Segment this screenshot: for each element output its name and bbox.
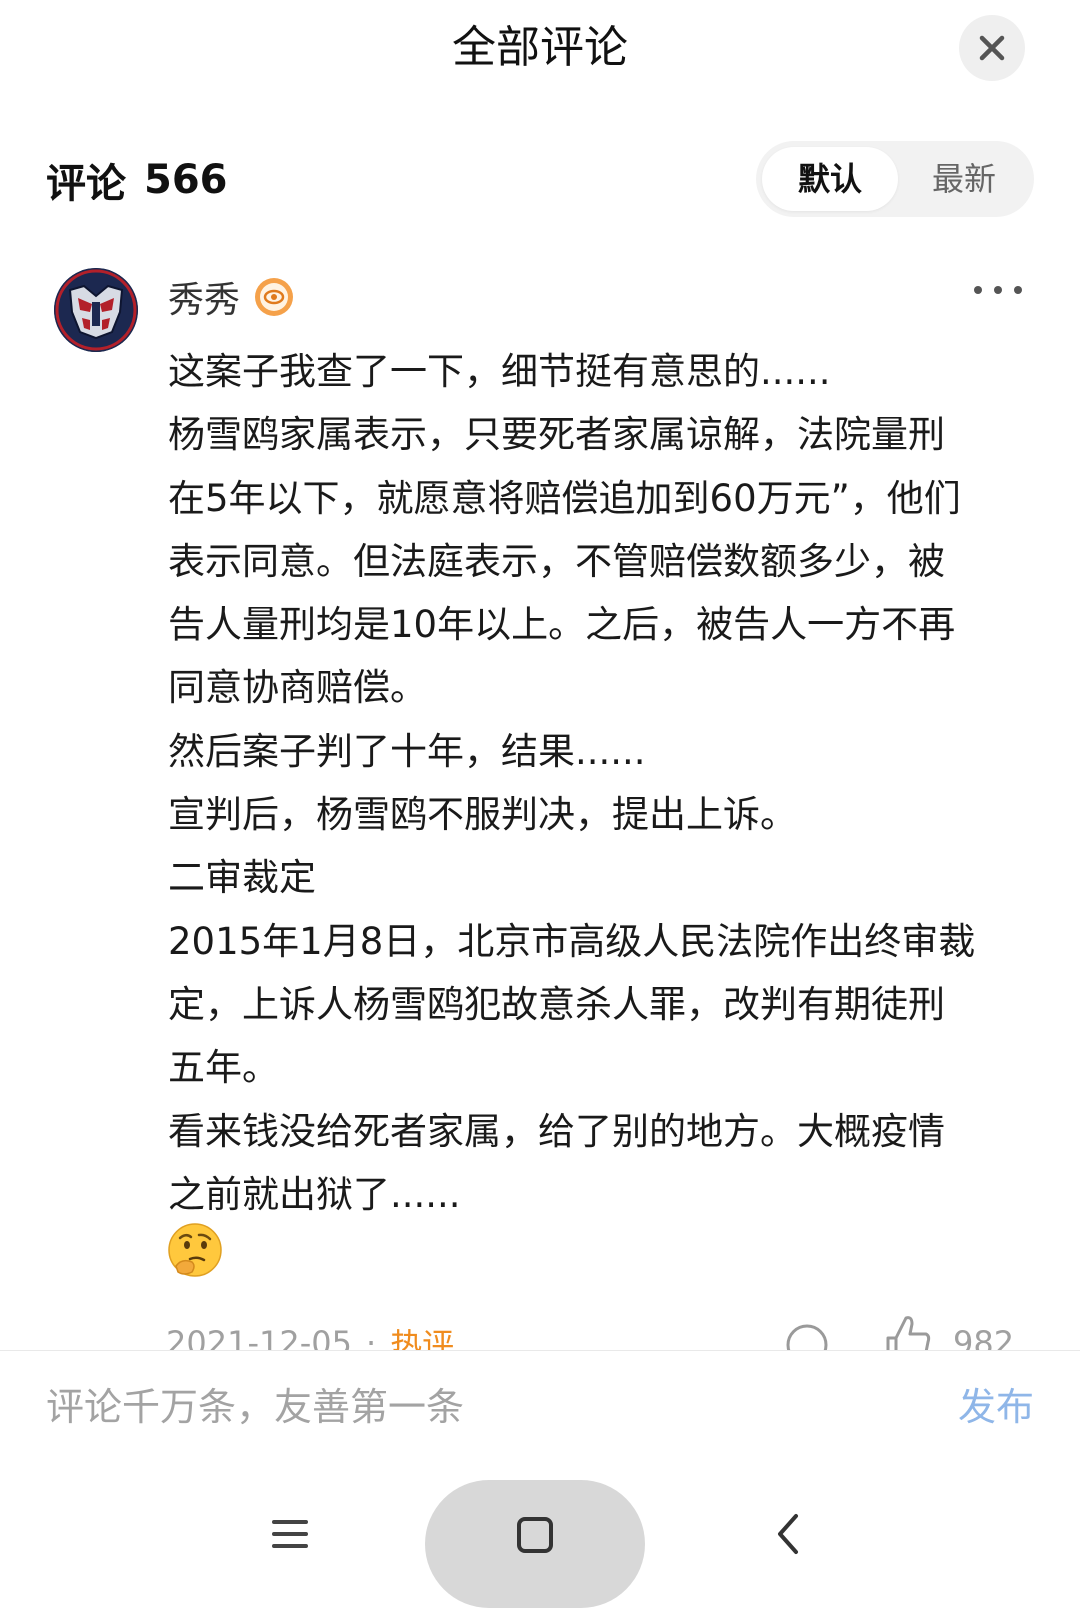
comment-count: 评论 566 <box>46 150 228 210</box>
back-chevron-icon[interactable] <box>776 1512 800 1556</box>
comment-count-label: 评论 <box>46 161 126 207</box>
comment-input-bar: 评论千万条，友善第一条 发布 <box>0 1350 1080 1461</box>
comment-line: 杨雪鸥家属表示，只要死者家属谅解，法院量刑 <box>168 413 945 457</box>
comment-line: 同意协商赔偿。 <box>168 666 427 710</box>
comment-line: 二审裁定 <box>168 856 316 900</box>
page-title: 全部评论 <box>452 22 628 73</box>
comment-line: 这案子我查了一下，细节挺有意思的...... <box>168 350 831 393</box>
avatar[interactable] <box>54 268 138 352</box>
comment-line: 五年。 <box>168 1046 279 1090</box>
home-square-icon <box>517 1517 553 1553</box>
comment-line: 宣判后，杨雪鸥不服判决，提出上诉。 <box>168 793 797 837</box>
comment-line: 2015年1月8日，北京市高级人民法院作出终审裁 <box>168 919 976 963</box>
more-options-icon[interactable] <box>972 282 1024 298</box>
sort-latest-button[interactable]: 最新 <box>896 147 1032 211</box>
comment-line: 然后案子判了十年，结果...... <box>168 729 646 773</box>
close-icon <box>979 35 1005 61</box>
system-nav-bar <box>0 1460 1080 1612</box>
publish-button[interactable]: 发布 <box>958 1377 1034 1437</box>
comment-author: 秀秀 <box>168 272 294 322</box>
comment-text: 这案子我查了一下，细节挺有意思的...... 杨雪鸥家属表示，只要死者家属谅解，… <box>168 340 1028 1226</box>
comment-line: 在5年以下，就愿意将赔偿追加到60万元”，他们 <box>168 476 961 520</box>
comment-line: 之前就出狱了...... <box>168 1172 461 1216</box>
comment-line: 看来钱没给死者家属，给了别的地方。大概疫情 <box>168 1109 945 1153</box>
menu-icon[interactable] <box>272 1518 308 1550</box>
close-button[interactable] <box>959 15 1025 81</box>
sort-default-button[interactable]: 默认 <box>762 147 898 211</box>
comment-line: 告人量刑均是10年以上。之后，被告人一方不再 <box>168 603 956 647</box>
orange-eye-badge-icon <box>255 278 294 316</box>
comment-count-number: 566 <box>144 157 228 203</box>
comment-line: 表示同意。但法庭表示，不管赔偿数额多少，被 <box>168 539 945 583</box>
sort-toggle: 默认 最新 <box>756 141 1034 217</box>
autobot-logo-icon <box>54 268 138 352</box>
thinking-face-emoji-icon <box>168 1223 222 1277</box>
username[interactable]: 秀秀 <box>168 271 240 323</box>
comment-input[interactable]: 评论千万条，友善第一条 <box>46 1377 464 1437</box>
comment-line: 定，上诉人杨雪鸥犯故意杀人罪，改判有期徒刑 <box>168 982 945 1026</box>
